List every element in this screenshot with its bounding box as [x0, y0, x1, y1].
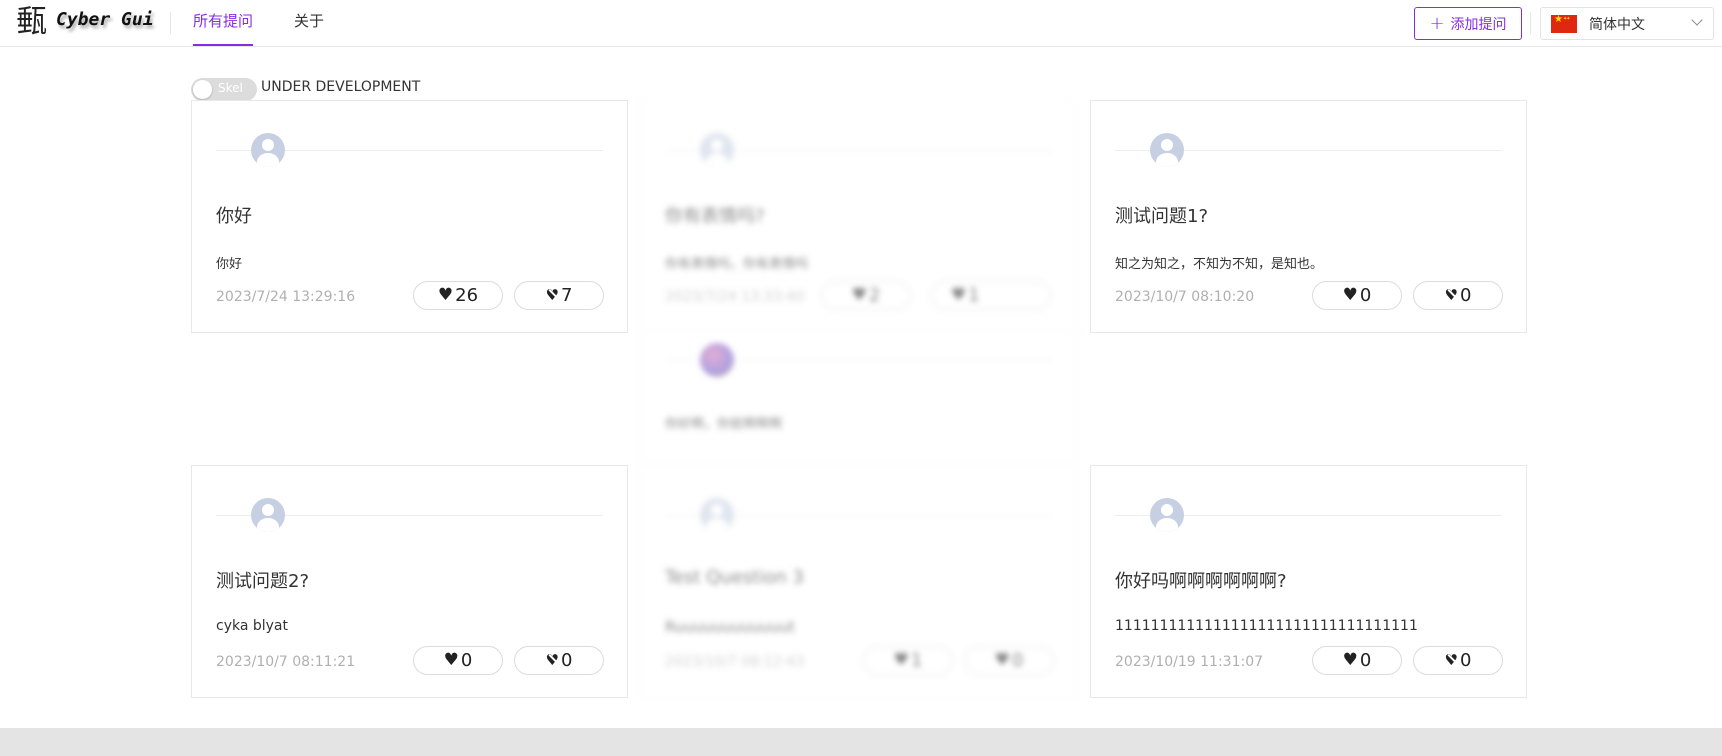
tab-all-questions[interactable]: 所有提问: [193, 0, 254, 46]
dislike-button[interactable]: ♥ 7: [514, 281, 604, 310]
avatar[interactable]: [700, 343, 734, 377]
broken-heart-icon: ♥: [1444, 651, 1458, 669]
question-content: cyka blyat: [216, 618, 289, 634]
question-card-blurred[interactable]: 你有表情吗? 你有表情吗，你有表情吗 2023/7/24 13:33:40 ♥ 2…: [640, 100, 1077, 333]
heart-icon: ♥: [851, 285, 867, 305]
avatar-row: [665, 133, 1052, 167]
avatar-row: [1115, 498, 1502, 532]
dev-notice: UNDER DEVELOPMENT: [261, 79, 421, 95]
question-date: 2023/10/7 08:10:20: [1115, 289, 1255, 305]
question-title[interactable]: 你好: [216, 202, 252, 228]
language-select[interactable]: 简体中文: [1540, 7, 1714, 40]
dislike-button[interactable]: ♥ 0: [964, 646, 1054, 675]
question-date: 2023/10/19 11:31:07: [1115, 654, 1264, 670]
toggle-label: Skel: [218, 81, 243, 95]
avatar-row: [216, 133, 603, 167]
avatar[interactable]: [251, 498, 285, 532]
avatar-row: [665, 343, 1052, 377]
question-title[interactable]: 你有表情吗?: [665, 202, 765, 228]
heart-icon: ♥: [1342, 285, 1358, 305]
like-button[interactable]: ♥ 2: [821, 281, 911, 310]
broken-heart-icon: ♥: [545, 286, 559, 304]
question-title[interactable]: 测试问题2?: [216, 567, 309, 593]
broken-heart-icon: ♥: [545, 651, 559, 669]
question-card[interactable]: 你好 你好 2023/7/24 13:29:16 ♥ 26 ♥ 7: [191, 100, 628, 333]
avatar-row: [665, 498, 1052, 532]
question-card[interactable]: 测试问题2? cyka blyat 2023/10/7 08:11:21 ♥ 0 …: [191, 465, 628, 698]
like-count: 26: [455, 285, 479, 306]
dislike-count: 1: [968, 285, 1032, 306]
question-content: 你好: [216, 257, 243, 272]
add-question-label: 添加提问: [1450, 16, 1507, 33]
question-card[interactable]: 你好吗啊啊啊啊啊啊? 11111111111111111111111111111…: [1090, 465, 1527, 698]
like-button[interactable]: ♥ 26: [413, 281, 503, 310]
like-count: 0: [460, 650, 473, 671]
logo-glyph: 甀: [16, 4, 47, 40]
header-divider: [170, 12, 171, 34]
heart-icon: ♥: [1342, 650, 1358, 670]
question-card-blurred[interactable]: 你好啊，你就啊啊啊: [640, 332, 1077, 460]
broken-heart-icon: ♥: [1444, 286, 1458, 304]
like-button[interactable]: ♥ 0: [1312, 281, 1402, 310]
like-button[interactable]: ♥ 0: [1312, 646, 1402, 675]
question-content: 知之为知之，不知为不知，是知也。: [1115, 257, 1324, 272]
top-header: 甀 Cyber Gui 所有提问 关于 + 添加提问 简体中文: [0, 0, 1722, 47]
toggle-knob: [193, 80, 212, 99]
like-count: 0: [1359, 285, 1372, 306]
header-divider: [1530, 12, 1531, 34]
avatar[interactable]: [700, 498, 734, 532]
question-content: 你好啊，你就啊啊啊: [665, 417, 783, 432]
avatar[interactable]: [1150, 133, 1184, 167]
question-title[interactable]: 测试问题1?: [1115, 202, 1208, 228]
question-date: 2023/10/7 08:12:43: [665, 654, 805, 670]
dislike-count: 0: [1011, 650, 1024, 671]
skeleton-toggle[interactable]: Skel: [191, 78, 257, 101]
question-date: 2023/10/7 08:11:21: [216, 654, 356, 670]
dislike-count: 7: [561, 285, 573, 306]
dislike-button[interactable]: ♥ 0: [1413, 646, 1503, 675]
like-count: 2: [868, 285, 881, 306]
question-title[interactable]: Test Question 3: [665, 567, 804, 588]
heart-icon: ♥: [437, 285, 454, 305]
question-card[interactable]: 测试问题1? 知之为知之，不知为不知，是知也。 2023/10/7 08:10:…: [1090, 100, 1527, 333]
question-content: 你有表情吗，你有表情吗: [665, 257, 809, 272]
heart-icon: ♥: [994, 650, 1010, 670]
heart-icon: ♥: [443, 650, 459, 670]
heart-icon: ♥: [950, 285, 967, 305]
avatar[interactable]: [251, 133, 285, 167]
avatar-row: [216, 498, 603, 532]
language-selected: 简体中文: [1589, 16, 1645, 33]
add-question-button[interactable]: + 添加提问: [1414, 7, 1522, 40]
question-date: 2023/7/24 13:33:40: [665, 289, 805, 305]
dislike-count: 0: [1460, 285, 1472, 306]
dislike-count: 0: [1460, 650, 1472, 671]
avatar-row: [1115, 133, 1502, 167]
china-flag-icon: [1551, 14, 1577, 33]
dislike-button[interactable]: ♥ 0: [1413, 281, 1503, 310]
like-count: 1: [910, 650, 923, 671]
like-button[interactable]: ♥ 0: [413, 646, 503, 675]
avatar[interactable]: [1150, 498, 1184, 532]
question-card-blurred[interactable]: Test Question 3 Ruuuuuuuuuuuut 2023/10/7…: [640, 465, 1077, 698]
question-content: 1111111111111111111111111111111111: [1115, 618, 1418, 634]
question-title[interactable]: 你好吗啊啊啊啊啊啊?: [1115, 567, 1287, 593]
like-count: 0: [1359, 650, 1372, 671]
dislike-button[interactable]: ♥ 1: [931, 281, 1051, 310]
dislike-button[interactable]: ♥ 0: [514, 646, 604, 675]
avatar[interactable]: [700, 133, 734, 167]
like-button[interactable]: ♥ 1: [863, 646, 953, 675]
question-content: Ruuuuuuuuuuuut: [665, 618, 795, 636]
dislike-count: 0: [561, 650, 573, 671]
heart-icon: ♥: [893, 650, 909, 670]
chevron-down-icon: [1691, 14, 1703, 26]
question-date: 2023/7/24 13:29:16: [216, 289, 356, 305]
logo-text[interactable]: Cyber Gui: [56, 9, 154, 30]
footer-bar: [0, 728, 1722, 756]
tab-about[interactable]: 关于: [294, 0, 324, 46]
plus-icon: +: [1429, 12, 1445, 34]
